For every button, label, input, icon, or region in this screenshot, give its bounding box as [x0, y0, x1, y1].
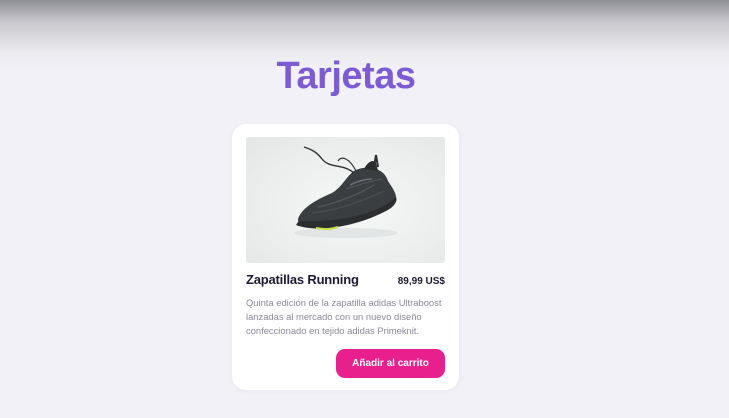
- page-title: Tarjetas: [276, 55, 416, 97]
- product-description: Quinta edición de la zapatilla adidas Ul…: [246, 297, 442, 336]
- product-price: 89,99 US$: [397, 276, 445, 287]
- shoe-icon: [294, 146, 398, 238]
- page: Tarjetas Zapatillas Running 89,99 US$ Qu…: [0, 0, 729, 418]
- product-image: [246, 137, 445, 263]
- product-card: Zapatillas Running 89,99 US$ Quinta edic…: [232, 124, 459, 390]
- add-to-cart-button[interactable]: Añadir al carrito: [336, 349, 445, 378]
- product-name: Zapatillas Running: [246, 272, 359, 287]
